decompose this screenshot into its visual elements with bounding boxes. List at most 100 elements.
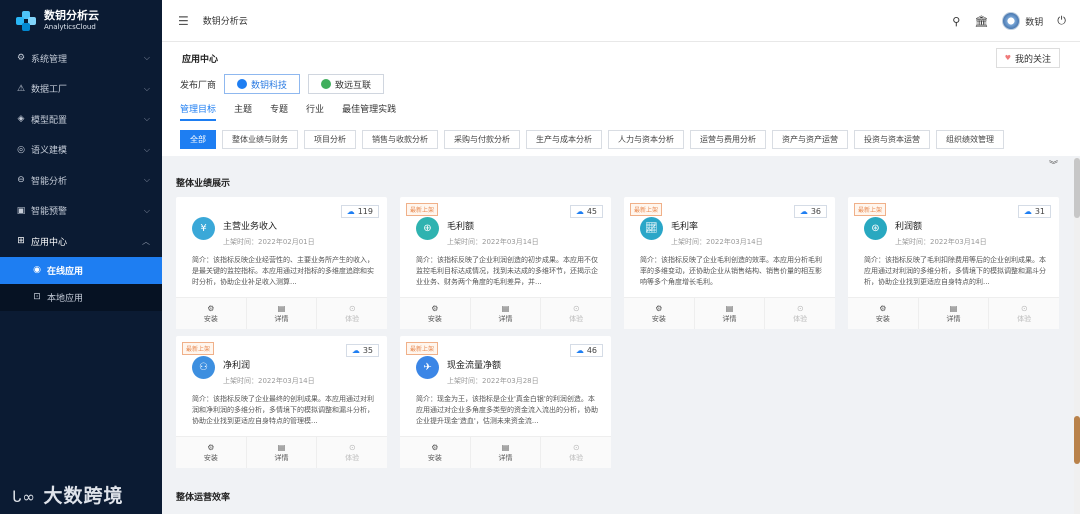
tab-industry[interactable]: 行业 [306, 102, 324, 121]
action-label: 体验 [345, 314, 360, 323]
card-date: 上架时间：2022年03月14日 [223, 377, 315, 385]
filter-org-performance[interactable]: 组织绩效管理 [936, 130, 1004, 149]
scrollbar[interactable] [1074, 158, 1080, 514]
watermark: ᒐ∞ 大数跨境 [12, 481, 124, 508]
cloud-icon: ◉ [33, 265, 41, 275]
sidebar: 数钥分析云 AnalyticsCloud ⚙ 系统管理 ⌵ ⚠ 数据工厂 ⌵ ◈ 模型配置… [0, 0, 162, 514]
details-button[interactable]: ▤ 详情 [247, 437, 318, 468]
watermark-logo-icon: ᒐ∞ [12, 488, 36, 506]
card-title[interactable]: 毛利率 [671, 219, 698, 232]
card-title[interactable]: 现金流量净额 [447, 358, 501, 371]
chevron-down-icon: ⌵ [143, 53, 150, 63]
filter-operations[interactable]: 运营与费用分析 [690, 130, 766, 149]
card-title[interactable]: 主营业务收入 [223, 219, 277, 232]
profit-icon: ⊛ [864, 217, 887, 240]
filter-production[interactable]: 生产与成本分析 [526, 130, 602, 149]
try-button[interactable]: ⊙ 体验 [541, 298, 611, 329]
install-button[interactable]: ⚙ 安装 [176, 437, 247, 468]
section-title: 整体业绩展示 [176, 179, 231, 189]
filter-chips: 全部 整体业绩与财务 项目分析 销售与收款分析 采购与付款分析 生产与成本分析 … [180, 130, 1004, 149]
search-icon[interactable]: ⚲ [952, 15, 960, 28]
tab-management-goals[interactable]: 管理目标 [180, 102, 217, 121]
gear-icon: ⚙ [16, 53, 26, 64]
card-title[interactable]: 利润额 [895, 219, 922, 232]
card-date: 上架时间：2022年03月14日 [895, 238, 987, 246]
sidebar-item-label: 数据工厂 [31, 85, 68, 96]
scrollbar-thumb[interactable] [1074, 158, 1080, 218]
install-count: ☁ 45 [569, 205, 603, 218]
app-card[interactable]: 最新上架 ☁ 36 📈︎ 毛利率 上架时间：2022年03月14日 简介：该指标反映了企业毛… [624, 197, 835, 329]
doc-icon: ▤ [501, 442, 510, 452]
action-label: 安装 [427, 453, 442, 462]
filter-sales[interactable]: 销售与收款分析 [362, 130, 438, 149]
play-icon: ⊙ [1020, 303, 1028, 313]
action-label: 体验 [569, 453, 584, 462]
app-card[interactable]: ☁ 119 ¥ 主营业务收入 上架时间：2022年02月01日 简介：该指标反映企业经营性… [176, 197, 387, 329]
try-button[interactable]: ⊙ 体验 [317, 437, 387, 468]
brand-logo[interactable]: 数钥分析云 AnalyticsCloud [0, 0, 162, 42]
user-name: 数钥 [1025, 17, 1044, 28]
filter-investment[interactable]: 投资与资本运营 [854, 130, 930, 149]
filter-project[interactable]: 项目分析 [304, 130, 356, 149]
try-button[interactable]: ⊙ 体验 [989, 298, 1059, 329]
menu-toggle-icon[interactable]: ☰ [178, 14, 189, 28]
app-card[interactable]: 最新上架 ☁ 46 ✈︎ 现金流量净额 上架时间：2022年03月28日 简介：现金为王，该… [400, 336, 611, 468]
sidebar-item-data-factory[interactable]: ⚠ 数据工厂 ⌵ [0, 74, 162, 105]
sidebar-item-semantic[interactable]: ◎ 语义建模 ⌵ [0, 135, 162, 166]
section-title-2: 整体运营效率 [176, 493, 231, 503]
filter-all[interactable]: 全部 [180, 130, 216, 149]
try-button[interactable]: ⊙ 体验 [317, 298, 387, 329]
filter-overall-finance[interactable]: 整体业绩与财务 [222, 130, 298, 149]
sidebar-item-model-config[interactable]: ◈ 模型配置 ⌵ [0, 104, 162, 135]
sidebar-item-app-center[interactable]: ⊞ 应用中心 ︿ [0, 226, 162, 257]
card-title[interactable]: 毛利额 [447, 219, 474, 232]
cloud-icon: ☁ [799, 207, 808, 216]
sidebar-item-system[interactable]: ⚙ 系统管理 ⌵ [0, 43, 162, 74]
install-button[interactable]: ⚙ 安装 [176, 298, 247, 329]
install-button[interactable]: ⚙ 安装 [400, 298, 471, 329]
details-button[interactable]: ▤ 详情 [919, 298, 990, 329]
tab-topic[interactable]: 专题 [270, 102, 288, 121]
filter-purchase[interactable]: 采购与付款分析 [444, 130, 520, 149]
app-card[interactable]: 最新上架 ☁ 35 ⚇ 净利润 上架时间：2022年03月14日 简介：该指标反映了企业最终… [176, 336, 387, 468]
install-button[interactable]: ⚙ 安装 [400, 437, 471, 468]
gear-icon: ⚙ [207, 442, 215, 452]
count-value: 35 [362, 346, 373, 355]
sidebar-item-smart-analysis[interactable]: ⊖ 智能分析 ⌵ [0, 165, 162, 196]
details-button[interactable]: ▤ 详情 [247, 298, 318, 329]
cloud-icon: ☁ [575, 207, 584, 216]
filter-assets[interactable]: 资产与资产运营 [772, 130, 848, 149]
filter-hr[interactable]: 人力与资本分析 [608, 130, 684, 149]
install-button[interactable]: ⚙ 安装 [624, 298, 695, 329]
action-label: 详情 [498, 314, 513, 323]
gear-icon: ⚙ [431, 442, 439, 452]
vendor-shuyao[interactable]: 数钥科技 [224, 74, 301, 94]
try-button[interactable]: ⊙ 体验 [765, 298, 835, 329]
install-button[interactable]: ⚙ 安装 [848, 298, 919, 329]
install-count: ☁ 31 [1017, 205, 1051, 218]
details-button[interactable]: ▤ 详情 [471, 437, 542, 468]
new-badge: 最新上架 [406, 342, 439, 355]
tab-best-practice[interactable]: 最佳管理实践 [342, 102, 396, 121]
card-title[interactable]: 净利润 [223, 358, 250, 371]
bank-icon[interactable]: 🏛︎ [974, 15, 988, 28]
sidebar-subitem-local-apps[interactable]: ⊡ 本地应用 [0, 283, 162, 311]
tab-theme[interactable]: 主题 [234, 102, 252, 121]
details-button[interactable]: ▤ 详情 [471, 298, 542, 329]
count-value: 36 [810, 207, 821, 216]
vendor-seeyon[interactable]: 致远互联 [308, 74, 385, 94]
power-icon[interactable]: ⏻ [1057, 14, 1066, 28]
details-button[interactable]: ▤ 详情 [695, 298, 766, 329]
sidebar-subitem-online-apps[interactable]: ◉ 在线应用 [0, 256, 162, 284]
try-button[interactable]: ⊙ 体验 [541, 437, 611, 468]
user-menu[interactable]: 数钥 [1002, 12, 1043, 30]
card-actions: ⚙ 安装 ▤ 详情 ⊙ 体验 [400, 436, 611, 468]
count-value: 31 [1034, 207, 1045, 216]
sidebar-item-smart-alert[interactable]: ▣ 智能预警 ⌵ [0, 196, 162, 227]
app-card[interactable]: 最新上架 ☁ 31 ⊛ 利润额 上架时间：2022年03月14日 简介：该指标反映了毛利扣除… [848, 197, 1059, 329]
card-actions: ⚙ 安装 ▤ 详情 ⊙ 体验 [176, 297, 387, 329]
app-card[interactable]: 最新上架 ☁ 45 ⊕ 毛利额 上架时间：2022年03月14日 简介：该指标反映了企业利润… [400, 197, 611, 329]
vendor-row: 发布厂商 数钥科技 致远互联 [180, 74, 385, 94]
card-date: 上架时间：2022年03月14日 [671, 238, 763, 246]
my-follow-button[interactable]: ♥ 我的关注 [995, 48, 1060, 68]
